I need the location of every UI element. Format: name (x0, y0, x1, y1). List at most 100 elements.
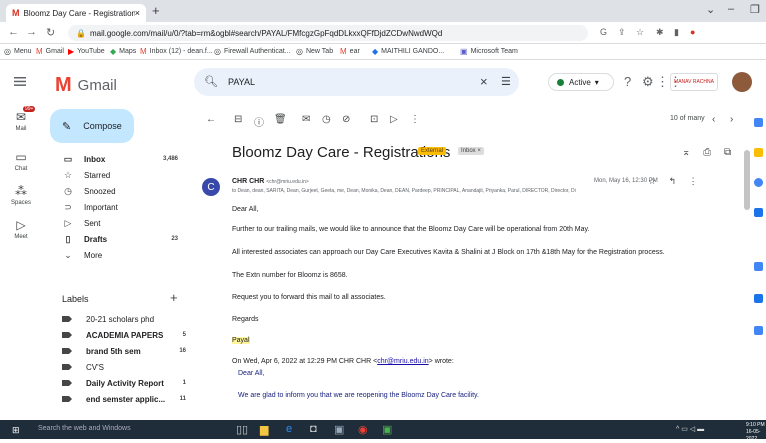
reload-icon[interactable]: ↻ (46, 26, 55, 39)
file-explorer-icon[interactable]: ▆ (260, 423, 268, 436)
chrome-icon[interactable]: ◉ (358, 423, 368, 436)
url-field[interactable]: 🔒 mail.google.com/mail/u/0/?tab=rm&ogbl#… (68, 25, 588, 41)
forward-icon[interactable]: → (26, 26, 37, 38)
avatar[interactable] (732, 72, 752, 92)
search-input[interactable]: PAYAL (228, 77, 255, 87)
rail-mail[interactable]: ✉ Mail (0, 110, 42, 132)
google-icon[interactable]: G (600, 27, 607, 37)
addon-icon[interactable] (754, 262, 763, 271)
clear-search-icon[interactable]: × (480, 74, 488, 89)
nav-item-inbox[interactable]: ▭ Inbox 3,486 (48, 151, 186, 167)
store-icon[interactable]: ◘ (310, 423, 317, 435)
nav-item-snoozed[interactable]: ◷ Snoozed (48, 183, 186, 199)
label-item[interactable]: brand 5th sem 16 (60, 343, 186, 359)
rail-meet[interactable]: ▷ Meet (0, 218, 42, 240)
inbox-label-chip[interactable]: Inbox × (458, 147, 484, 155)
bookmark-firewall[interactable]: ◎ Firewall Authenticat... (214, 47, 291, 56)
rail-spaces[interactable]: ⁂ Spaces (0, 184, 42, 206)
help-icon[interactable]: ? (624, 74, 631, 89)
addon-icon[interactable] (754, 326, 763, 335)
bookmark-maps[interactable]: ◆ Maps (110, 47, 136, 56)
label-item[interactable]: end semster applic... 11 (60, 391, 186, 407)
report-spam-icon[interactable]: ⓘ (254, 114, 264, 129)
browser-tab[interactable]: M Bloomz Day Care - Registrations × (6, 4, 146, 22)
more-options-icon[interactable]: ⋮ (410, 114, 420, 125)
label-as-icon[interactable]: ▷ (390, 114, 398, 125)
reply-icon[interactable]: ↰ (669, 176, 677, 186)
expand-all-icon[interactable]: ⌅ (682, 147, 690, 158)
rail-chat[interactable]: ▭ Chat (0, 150, 42, 172)
snooze-icon[interactable]: ◷ (322, 114, 331, 125)
search-icon[interactable]: 🔍︎ (204, 75, 218, 88)
share-icon[interactable]: ⇪ (618, 27, 626, 38)
compose-button[interactable]: ✎ Compose (50, 109, 134, 143)
main-menu-icon[interactable] (14, 77, 26, 86)
minimize-icon[interactable]: – (728, 3, 734, 15)
nav-item-sent[interactable]: ▷ Sent (48, 215, 186, 231)
new-tab-button[interactable]: + (152, 3, 160, 18)
label-item[interactable]: ACADEMIA PAPERS 5 (60, 327, 186, 343)
prev-icon[interactable]: ‹ (712, 114, 715, 125)
bookmark-ear[interactable]: Mear (340, 47, 360, 56)
tab-search-icon[interactable]: ⌄ (706, 3, 715, 16)
add-label-icon[interactable]: + (170, 290, 178, 305)
bookmark-gmail[interactable]: M Gmail (36, 47, 64, 56)
tasks-icon[interactable] (754, 178, 763, 187)
app-icon[interactable]: ▣ (334, 423, 344, 436)
pager-text: 10 of many (670, 115, 705, 122)
bookmark-menu[interactable]: ◎ Menu (4, 47, 32, 56)
label-item[interactable]: 20-21 scholars phd (60, 311, 186, 327)
nav-item-starred[interactable]: ☆ Starred (48, 167, 186, 183)
org-logo[interactable]: MANAV RACHNA (670, 73, 718, 91)
archive-icon[interactable]: ⊟ (234, 114, 242, 125)
profile-icon[interactable]: ● (690, 27, 695, 37)
open-new-window-icon[interactable]: ⧉ (724, 147, 731, 158)
system-tray[interactable]: ^ ▭ ◁ ▬ (676, 425, 704, 433)
delete-icon[interactable]: 🗑︎ (274, 114, 287, 125)
extensions-icon[interactable]: ✱ (656, 27, 664, 38)
task-view-icon[interactable]: ▯▯ (236, 423, 248, 436)
chevron-down-icon: ▾ (594, 77, 599, 87)
move-to-icon[interactable]: ⊡ (370, 114, 378, 125)
contacts-icon[interactable] (754, 208, 763, 217)
quote-email-link[interactable]: chr@mriu.edu.in (377, 358, 428, 365)
bookmark-inbox[interactable]: M Inbox (12) - dean.f... (140, 47, 213, 56)
bookmark-teams[interactable]: ▣ Microsoft Team (460, 47, 518, 56)
nav-item-more[interactable]: ⌄ More (48, 247, 186, 263)
calendar-icon[interactable] (754, 118, 763, 127)
nav-item-drafts[interactable]: ▯ Drafts 23 (48, 231, 186, 247)
status-dropdown[interactable]: Active ▾ (548, 73, 614, 91)
app-icon[interactable]: ▣ (382, 423, 392, 436)
windows-start-icon[interactable]: ⊞ (12, 425, 20, 436)
more-options-icon[interactable]: ⋮ (689, 176, 698, 186)
keep-icon[interactable] (754, 148, 763, 157)
sidepanel-icon[interactable]: ▮ (674, 27, 679, 38)
recipients-line[interactable]: to Dean, dean, SARITA, Dean, Gurjeet, Ge… (232, 188, 702, 194)
label-item[interactable]: CV'S (60, 359, 186, 375)
print-icon[interactable]: ⎙ (703, 147, 711, 158)
taskbar-search[interactable]: Search the web and Windows (38, 425, 131, 432)
addon-icon[interactable] (754, 294, 763, 303)
search-bar[interactable]: 🔍︎ PAYAL × ☰ (194, 68, 519, 96)
mark-unread-icon[interactable]: ✉ (302, 114, 310, 125)
taskbar-clock[interactable]: 9:10 PM 16-05-2022 (746, 422, 766, 443)
bookmark-star-icon[interactable]: ☆ (636, 27, 644, 38)
back-icon[interactable]: ← (8, 26, 19, 38)
bookmark-youtube[interactable]: ▶ YouTube (68, 47, 105, 56)
bookmark-maithili[interactable]: ◆ MAITHILI GANDO... (372, 47, 444, 56)
edge-icon[interactable]: e (286, 423, 292, 435)
back-to-search-icon[interactable]: ← (206, 114, 216, 125)
next-icon[interactable]: › (730, 114, 733, 125)
nav-item-important[interactable]: ⊃ Important (48, 199, 186, 215)
gear-icon[interactable]: ⚙ (642, 74, 654, 90)
label-item[interactable]: Daily Activity Report 1 (60, 375, 186, 391)
restore-icon[interactable]: ❐ (750, 3, 760, 16)
search-options-icon[interactable]: ☰ (501, 75, 511, 88)
tab-close-icon[interactable]: × (135, 8, 140, 18)
star-icon[interactable]: ☆ (648, 176, 656, 186)
scrollbar[interactable] (744, 150, 750, 210)
gmail-logo[interactable]: M Gmail (55, 74, 117, 97)
bookmark-newtab[interactable]: ◎ New Tab (296, 47, 333, 56)
draft-icon: ▯ (65, 233, 71, 244)
add-task-icon[interactable]: ⊘ (342, 114, 350, 125)
